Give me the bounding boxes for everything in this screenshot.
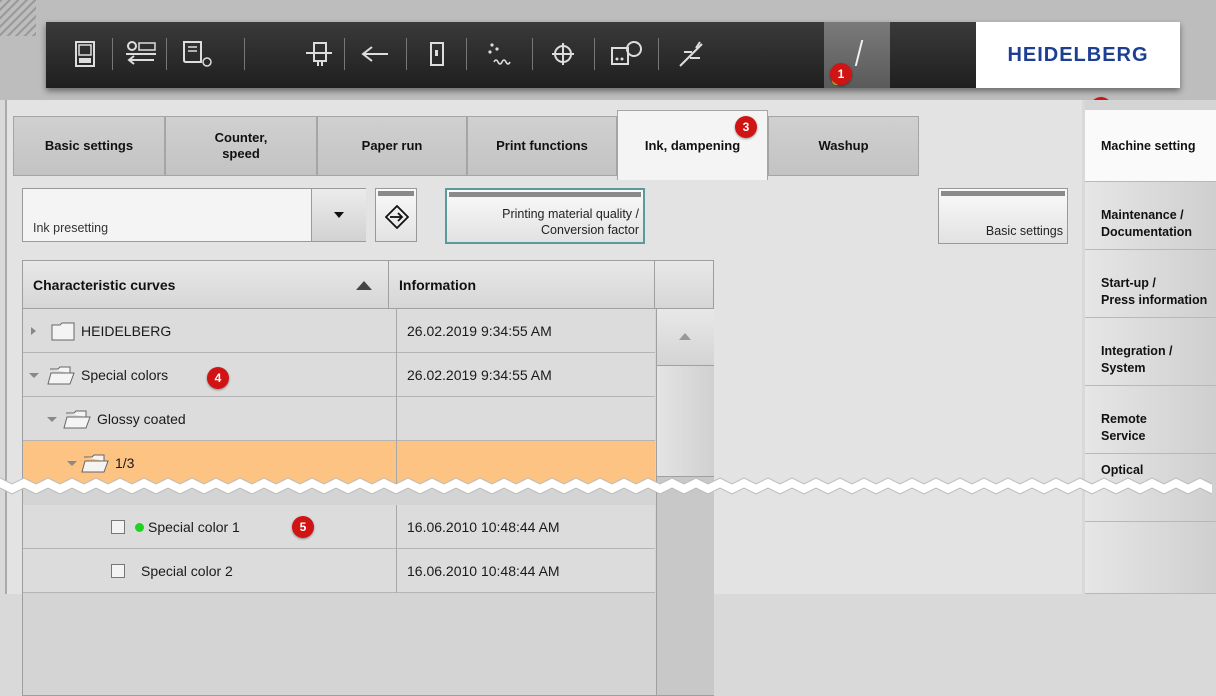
basic-settings-button[interactable]: Basic settings bbox=[938, 188, 1068, 244]
table-row[interactable]: Special color 2 16.06.2010 10:48:44 AM bbox=[23, 549, 655, 593]
row-info bbox=[396, 397, 654, 441]
row-info: 26.02.2019 9:34:55 AM bbox=[396, 353, 654, 397]
sidebar-item-label: Machine setting bbox=[1101, 139, 1196, 153]
open-folder-icon bbox=[47, 366, 75, 385]
transfer-icon bbox=[385, 205, 409, 229]
dampening-icon[interactable] bbox=[478, 32, 520, 76]
print-preview-icon[interactable] bbox=[176, 32, 218, 76]
heidelberg-logo: HEIDELBERG bbox=[976, 22, 1180, 88]
open-folder-icon bbox=[63, 410, 91, 429]
active-dot-icon bbox=[135, 522, 144, 532]
dropdown-value: Ink presetting bbox=[33, 221, 109, 235]
arrow-left-icon[interactable] bbox=[354, 32, 396, 76]
table-row[interactable]: Glossy coated bbox=[23, 397, 655, 441]
row-info: 16.06.2010 10:48:44 AM bbox=[396, 505, 654, 549]
callout-5: 5 bbox=[292, 516, 314, 538]
scroll-corner bbox=[655, 261, 713, 309]
column-header-curves[interactable]: Characteristic curves bbox=[23, 261, 389, 309]
document-abc-icon[interactable] bbox=[64, 32, 106, 76]
tab-paper-run[interactable]: Paper run bbox=[317, 116, 467, 176]
row-info: 16.06.2010 10:48:44 AM bbox=[396, 549, 654, 593]
material-quality-label: Printing material quality / Conversion f… bbox=[502, 207, 639, 237]
color-station-icon[interactable] bbox=[606, 32, 648, 76]
sidebar-item-remote-service[interactable]: Remote Service bbox=[1085, 386, 1216, 454]
row-checkbox[interactable] bbox=[111, 520, 125, 534]
sort-ascending-icon bbox=[356, 281, 372, 290]
row-name: 1/3 bbox=[115, 455, 135, 471]
row-name: Glossy coated bbox=[97, 411, 186, 427]
collapse-icon[interactable] bbox=[29, 372, 39, 378]
counter-icon[interactable] bbox=[120, 32, 162, 76]
sidebar-item-label: Maintenance / Documentation bbox=[1101, 208, 1192, 239]
tab-counter-speed[interactable]: Counter, speed bbox=[165, 116, 317, 176]
material-quality-button[interactable]: Printing material quality / Conversion f… bbox=[445, 188, 645, 244]
ink-fountain-icon[interactable] bbox=[670, 32, 712, 76]
callout-3: 3 bbox=[735, 116, 757, 138]
sidebar-item-machine-settings[interactable]: Machine setting bbox=[1085, 110, 1216, 182]
ink-presetting-dropdown[interactable]: Ink presetting bbox=[22, 188, 366, 242]
column-header-label: Characteristic curves bbox=[33, 276, 176, 293]
table-row[interactable]: Special color 1 16.06.2010 10:48:44 AM bbox=[23, 505, 655, 549]
register-icon[interactable] bbox=[542, 32, 584, 76]
transfer-button[interactable] bbox=[375, 188, 417, 242]
sidebar-item-maintenance[interactable]: Maintenance / Documentation bbox=[1085, 182, 1216, 250]
column-header-label: Information bbox=[399, 276, 476, 293]
row-name: Special color 2 bbox=[141, 563, 233, 579]
tab-washup[interactable]: Washup bbox=[768, 116, 919, 176]
scroll-up-button[interactable] bbox=[657, 309, 714, 366]
row-checkbox[interactable] bbox=[111, 564, 125, 578]
folder-icon bbox=[51, 322, 75, 341]
window-grip bbox=[0, 0, 36, 36]
tab-basic-settings[interactable]: Basic settings bbox=[13, 116, 165, 176]
row-name: Special color 1 bbox=[148, 519, 240, 535]
sidebar-item-integration[interactable]: Integration / System bbox=[1085, 318, 1216, 386]
sidebar-item-label: Start-up / Press information bbox=[1101, 276, 1208, 307]
door-icon[interactable] bbox=[416, 32, 458, 76]
row-info: 26.02.2019 9:34:55 AM bbox=[396, 309, 654, 353]
sidebar-item-label: Integration / System bbox=[1101, 344, 1173, 375]
row-name: Special colors bbox=[81, 367, 169, 383]
sidebar-item-label: Remote Service bbox=[1101, 412, 1147, 443]
scroll-thumb[interactable] bbox=[657, 366, 714, 477]
sidebar: Machine setting Maintenance / Documentat… bbox=[1085, 100, 1216, 594]
screenshot-break-divider bbox=[0, 477, 1213, 495]
active-tool-icon bbox=[854, 40, 864, 66]
sidebar-item-startup[interactable]: Start-up / Press information bbox=[1085, 250, 1216, 318]
table-row[interactable]: Special colors 26.02.2019 9:34:55 AM bbox=[23, 353, 655, 397]
callout-4: 4 bbox=[207, 367, 229, 389]
collapse-icon[interactable] bbox=[67, 460, 77, 466]
collapse-icon[interactable] bbox=[47, 416, 57, 422]
table-row[interactable]: HEIDELBERG 26.02.2019 9:34:55 AM bbox=[23, 309, 655, 353]
column-header-information[interactable]: Information bbox=[389, 261, 655, 309]
sidebar-item-empty bbox=[1085, 522, 1216, 594]
tab-print-functions[interactable]: Print functions bbox=[467, 116, 617, 176]
row-name: HEIDELBERG bbox=[81, 323, 172, 339]
main-toolbar: HEIDELBERG bbox=[46, 22, 1180, 88]
basic-settings-label: Basic settings bbox=[985, 224, 1063, 238]
expand-icon[interactable] bbox=[31, 327, 36, 335]
chevron-up-icon bbox=[679, 333, 691, 340]
paper-feed-icon[interactable] bbox=[298, 32, 340, 76]
chevron-down-icon[interactable] bbox=[311, 189, 366, 241]
open-folder-icon bbox=[81, 454, 109, 473]
callout-1: 1 bbox=[830, 63, 852, 85]
vertical-scrollbar[interactable] bbox=[656, 309, 714, 695]
